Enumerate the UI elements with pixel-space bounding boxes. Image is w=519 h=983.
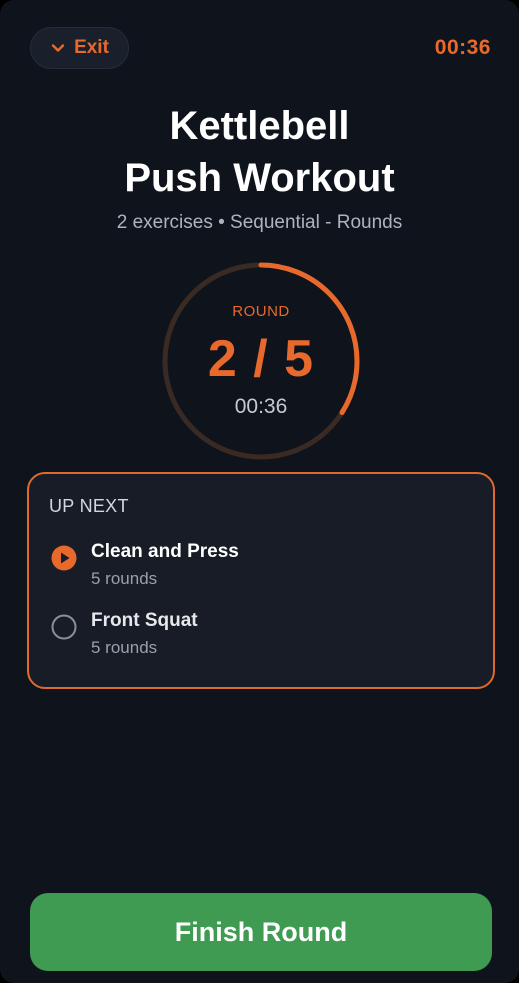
round-progress-ring: ROUND 2 / 5 00:36 xyxy=(161,261,361,461)
round-label: ROUND xyxy=(232,303,290,320)
round-timer: 00:36 xyxy=(234,395,288,418)
chevron-down-icon xyxy=(51,44,65,52)
up-next-header: UP NEXT xyxy=(49,496,129,516)
finish-round-button[interactable]: Finish Round xyxy=(30,893,492,971)
workout-title: Kettlebell Push Workout xyxy=(0,100,519,204)
exit-button[interactable]: Exit xyxy=(30,27,129,69)
up-next-card: UP NEXT Clean and Press 5 rounds Front S… xyxy=(27,472,495,689)
empty-circle-icon xyxy=(51,614,77,640)
play-circle-icon xyxy=(51,545,77,571)
exercise-item-front-squat[interactable]: Front Squat 5 rounds xyxy=(49,610,469,666)
workout-title-line-1: Kettlebell xyxy=(169,104,350,148)
exercise-name: Front Squat xyxy=(91,610,198,631)
elapsed-timer: 00:36 xyxy=(434,36,491,59)
workout-title-line-2: Push Workout xyxy=(124,156,395,200)
workout-subtitle: 2 exercises • Sequential - Rounds xyxy=(116,212,403,233)
exercise-detail: 5 rounds xyxy=(91,569,158,588)
exercise-item-clean-and-press[interactable]: Clean and Press 5 rounds xyxy=(49,541,469,597)
workout-screen: Exit 00:36 Kettlebell Push Workout 2 exe… xyxy=(0,0,519,983)
exercise-name: Clean and Press xyxy=(91,541,239,562)
exercise-detail: 5 rounds xyxy=(91,638,158,657)
round-count: 2 / 5 xyxy=(207,330,315,388)
exit-label: Exit xyxy=(74,37,109,58)
